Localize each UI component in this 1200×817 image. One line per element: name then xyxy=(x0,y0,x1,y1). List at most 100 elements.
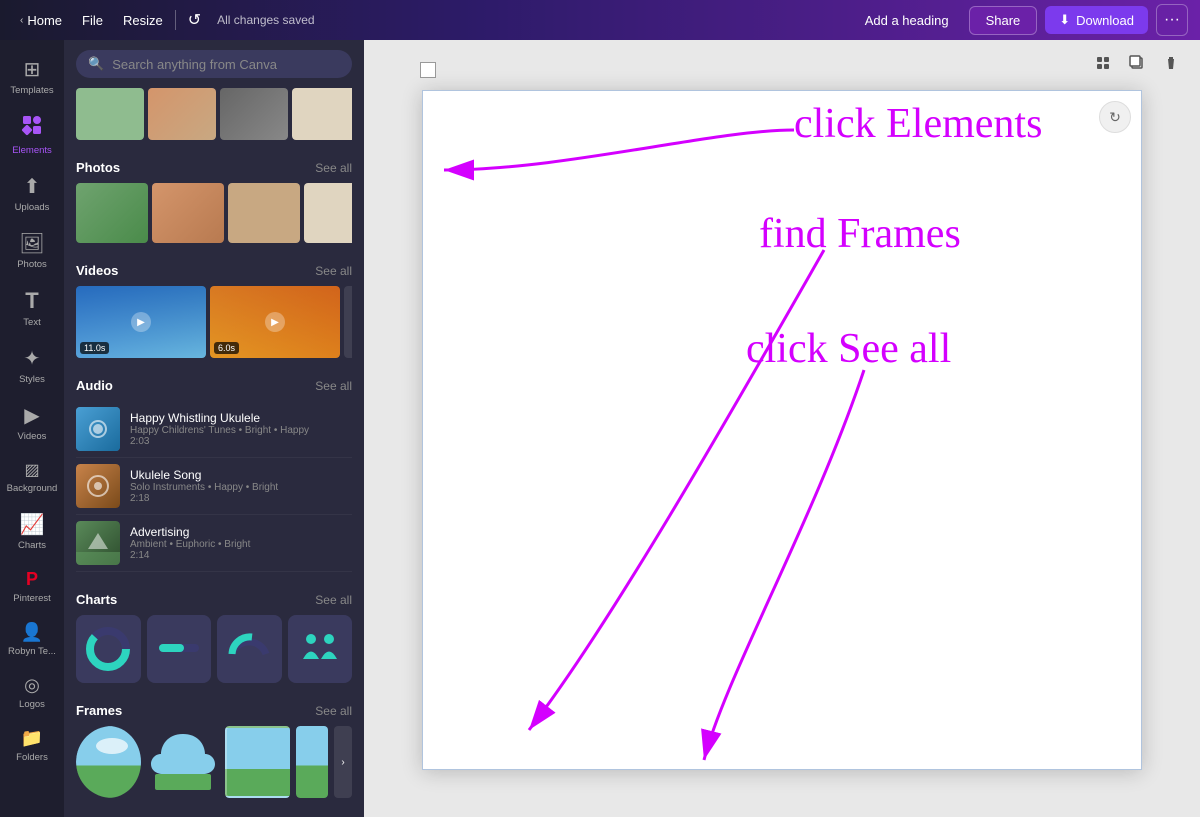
sidebar-item-templates[interactable]: ⊞ Templates xyxy=(0,49,64,104)
photos-grid: › xyxy=(76,183,352,243)
chart-item-1[interactable] xyxy=(76,615,141,683)
audio-list: Happy Whistling Ukulele Happy Childrens'… xyxy=(76,401,352,572)
charts-see-all[interactable]: See all xyxy=(315,593,352,607)
sidebar-icons: ⊞ Templates Elements ⬆ Uploads 🖼 Photos … xyxy=(0,40,64,817)
sidebar-item-photos[interactable]: 🖼 Photos xyxy=(0,223,64,278)
resize-label: Resize xyxy=(123,13,163,28)
audio-item-1[interactable]: Happy Whistling Ukulele Happy Childrens'… xyxy=(76,401,352,458)
add-page-button[interactable] xyxy=(1090,50,1116,81)
videos-section-title: Videos xyxy=(76,263,118,278)
topbar: ‹ Home File Resize ↺ All changes saved A… xyxy=(0,0,1200,40)
sidebar-item-elements[interactable]: Elements xyxy=(0,106,64,164)
frame-item-1[interactable] xyxy=(76,726,141,798)
chart-item-3[interactable] xyxy=(217,615,282,683)
photos-icon: 🖼 xyxy=(19,231,44,256)
charts-label: Charts xyxy=(18,540,46,551)
share-button[interactable]: Share xyxy=(969,6,1038,35)
styles-icon: ✦ xyxy=(24,346,41,371)
logos-label: Logos xyxy=(19,699,45,710)
sidebar-item-text[interactable]: T Text xyxy=(0,280,64,336)
audio-see-all[interactable]: See all xyxy=(315,379,352,393)
audio-section-title: Audio xyxy=(76,378,113,393)
photo-item-2[interactable] xyxy=(152,183,224,243)
frame-item-3[interactable] xyxy=(225,726,290,798)
charts-section-header: Charts See all xyxy=(76,592,352,607)
video-item-1[interactable]: ▶ 11.0s xyxy=(76,286,206,358)
add-heading-button[interactable]: Add a heading xyxy=(853,7,961,34)
sidebar-item-background[interactable]: ▨ Background xyxy=(0,452,64,502)
canvas-select-checkbox[interactable] xyxy=(420,62,436,78)
back-chevron-icon: ‹ xyxy=(20,15,23,26)
photo-item[interactable] xyxy=(292,88,352,140)
folders-icon: 📁 xyxy=(21,728,43,749)
audio-section: Audio See all Happy Whistling Ukulele xyxy=(64,370,364,572)
audio-info-2: Ukulele Song Solo Instruments • Happy • … xyxy=(130,468,352,504)
sidebar-item-logos[interactable]: ◎ Logos xyxy=(0,667,64,718)
more-options-button[interactable]: ··· xyxy=(1156,4,1188,36)
refresh-button[interactable]: ↻ xyxy=(1099,101,1131,133)
sidebar-item-pinterest[interactable]: P Pinterest xyxy=(0,561,64,612)
robyn-label: Robyn Te... xyxy=(8,646,56,657)
videos-grid: ▶ 11.0s ▶ 6.0s › xyxy=(76,286,352,358)
home-button[interactable]: ‹ Home xyxy=(12,9,70,32)
text-icon: T xyxy=(25,288,38,314)
frames-grid: › xyxy=(76,726,352,798)
charts-section-title: Charts xyxy=(76,592,117,607)
file-button[interactable]: File xyxy=(74,9,111,32)
frame-item-4[interactable] xyxy=(296,726,328,798)
photo-item[interactable] xyxy=(148,88,216,140)
background-label: Background xyxy=(7,483,58,494)
videos-label: Videos xyxy=(18,431,47,442)
sidebar-item-styles[interactable]: ✦ Styles xyxy=(0,338,64,393)
videos-section: Videos See all ▶ 11.0s ▶ xyxy=(64,255,364,358)
duplicate-page-button[interactable] xyxy=(1124,50,1150,81)
uploads-label: Uploads xyxy=(15,202,50,213)
search-input[interactable] xyxy=(112,57,340,72)
frames-next-button[interactable]: › xyxy=(334,726,352,798)
charts-icon: 📈 xyxy=(20,512,45,537)
videos-see-all[interactable]: See all xyxy=(315,264,352,278)
photo-item-4[interactable] xyxy=(304,183,352,243)
photos-section: Photos See all › xyxy=(64,152,364,243)
topbar-left: ‹ Home File Resize ↺ All changes saved xyxy=(12,6,315,34)
videos-next-button[interactable]: › xyxy=(344,286,352,358)
sidebar-item-folders[interactable]: 📁 Folders xyxy=(0,720,64,771)
audio-title-1: Happy Whistling Ukulele xyxy=(130,411,352,425)
photo-item-1[interactable] xyxy=(76,183,148,243)
photos-see-all[interactable]: See all xyxy=(315,161,352,175)
templates-label: Templates xyxy=(10,85,53,96)
frames-see-all[interactable]: See all xyxy=(315,704,352,718)
undo-button[interactable]: ↺ xyxy=(180,6,209,34)
sidebar-item-uploads[interactable]: ⬆ Uploads xyxy=(0,166,64,221)
canvas[interactable]: ↻ xyxy=(422,90,1142,770)
sidebar-item-videos[interactable]: ▶ Videos xyxy=(0,395,64,450)
frames-section-title: Frames xyxy=(76,703,122,718)
file-label: File xyxy=(82,13,103,28)
photo-item[interactable] xyxy=(76,88,144,140)
download-button[interactable]: ⬇ Download xyxy=(1045,6,1148,34)
chart-item-2[interactable] xyxy=(147,615,212,683)
photos-label: Photos xyxy=(17,259,47,270)
audio-thumb-1 xyxy=(76,407,120,451)
audio-info-3: Advertising Ambient • Euphoric • Bright … xyxy=(130,525,352,561)
video-duration-1: 11.0s xyxy=(80,342,109,354)
photo-item-3[interactable] xyxy=(228,183,300,243)
delete-page-button[interactable] xyxy=(1158,50,1184,81)
audio-title-3: Advertising xyxy=(130,525,352,539)
sidebar-item-robyn[interactable]: 👤 Robyn Te... xyxy=(0,614,64,665)
saved-status: All changes saved xyxy=(217,13,314,27)
audio-item-2[interactable]: Ukulele Song Solo Instruments • Happy • … xyxy=(76,458,352,515)
text-label: Text xyxy=(23,317,40,328)
resize-button[interactable]: Resize xyxy=(115,9,171,32)
folders-label: Folders xyxy=(16,752,48,763)
canvas-top-controls xyxy=(1090,50,1184,81)
video-item-2[interactable]: ▶ 6.0s xyxy=(210,286,340,358)
elements-panel: 🔍 Photos See all xyxy=(64,40,364,817)
frame-item-2[interactable] xyxy=(147,726,219,798)
sidebar-item-charts[interactable]: 📈 Charts xyxy=(0,504,64,559)
chart-item-4[interactable] xyxy=(288,615,353,683)
audio-item-3[interactable]: Advertising Ambient • Euphoric • Bright … xyxy=(76,515,352,572)
audio-meta-3: Ambient • Euphoric • Bright 2:14 xyxy=(130,539,352,561)
photo-item[interactable] xyxy=(220,88,288,140)
topbar-divider xyxy=(175,10,176,30)
